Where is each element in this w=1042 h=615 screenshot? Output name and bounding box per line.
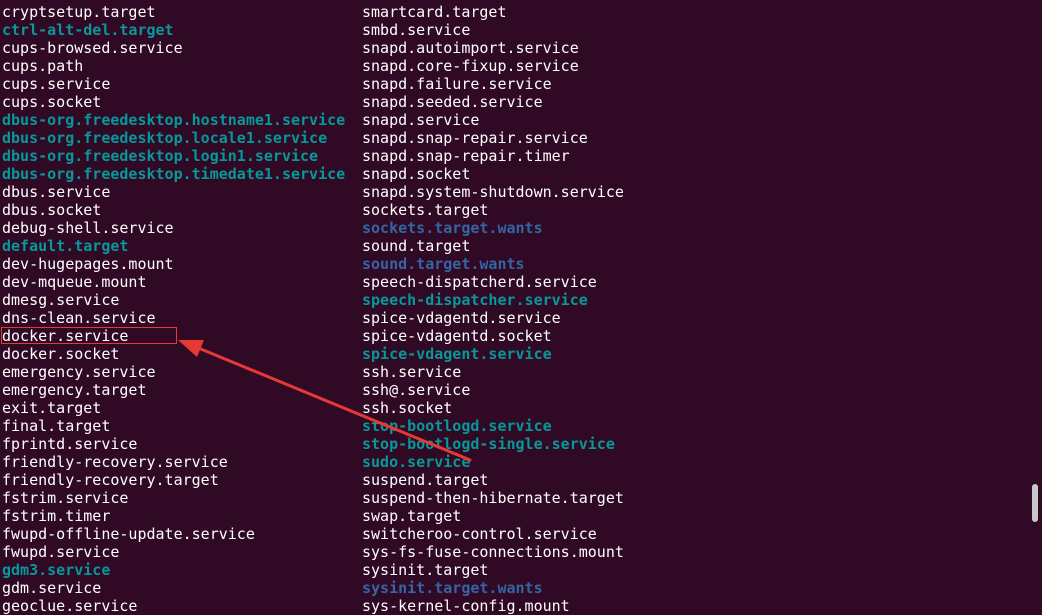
right-column-entry: speech-dispatcherd.service xyxy=(362,273,597,291)
right-column-entry: stop-bootlogd-single.service xyxy=(362,435,615,453)
left-column-entry: cups.path xyxy=(2,57,84,75)
right-column-entry: sockets.target xyxy=(362,201,489,219)
right-column-entry: snapd.socket xyxy=(362,165,471,183)
left-column-entry: fstrim.service xyxy=(2,489,129,507)
right-column-entry: sys-kernel-config.mount xyxy=(362,597,570,615)
right-column-entry: ssh.socket xyxy=(362,399,453,417)
right-column-entry: sysinit.target.wants xyxy=(362,579,543,597)
terminal-window[interactable]: cryptsetup.target ctrl-alt-del.target cups… xyxy=(0,0,1042,615)
right-column-entry: swap.target xyxy=(362,507,462,525)
left-column-entry: friendly-recovery.target xyxy=(2,471,219,489)
left-column-entry: dev-hugepages.mount xyxy=(2,255,174,273)
left-column-entry: dbus-org.freedesktop.locale1.service xyxy=(2,129,328,147)
left-column-entry: debug-shell.service xyxy=(2,219,174,237)
left-column-entry: dbus.socket xyxy=(2,201,102,219)
left-column-entry: fwupd.service xyxy=(2,543,120,561)
right-column-entry: spice-vdagentd.socket xyxy=(362,327,552,345)
left-column-entry: ctrl-alt-del.target xyxy=(2,21,174,39)
right-column-entry: suspend-then-hibernate.target xyxy=(362,489,624,507)
scrollbar-thumb[interactable] xyxy=(1032,484,1038,522)
right-column-entry: sysinit.target xyxy=(362,561,489,579)
right-column-entry: snapd.autoimport.service xyxy=(362,39,579,57)
right-column-entry: sudo.service xyxy=(362,453,471,471)
right-column-entry: suspend.target xyxy=(362,471,489,489)
left-column-entry: final.target xyxy=(2,417,111,435)
left-column-entry: gdm.service xyxy=(2,579,102,597)
right-column-entry: sockets.target.wants xyxy=(362,219,543,237)
scrollbar[interactable] xyxy=(1028,0,1042,615)
right-column-entry: snapd.core-fixup.service xyxy=(362,57,579,75)
left-column-entry: dev-mqueue.mount xyxy=(2,273,147,291)
left-column-entry: default.target xyxy=(2,237,129,255)
highlight-box-docker-service xyxy=(1,327,177,344)
right-column-entry: speech-dispatcher.service xyxy=(362,291,588,309)
right-column-entry: ssh.service xyxy=(362,363,462,381)
left-column-entry: cryptsetup.target xyxy=(2,3,156,21)
right-column-entry: sys-fs-fuse-connections.mount xyxy=(362,543,624,561)
left-column-entry: cups-browsed.service xyxy=(2,39,183,57)
left-column-entry: friendly-recovery.service xyxy=(2,453,228,471)
right-column-entry: snapd.seeded.service xyxy=(362,93,543,111)
left-column-entry: cups.socket xyxy=(2,93,102,111)
left-column-entry: geoclue.service xyxy=(2,597,138,615)
left-column-entry: fprintd.service xyxy=(2,435,138,453)
right-column-entry: sound.target xyxy=(362,237,471,255)
left-column-entry: cups.service xyxy=(2,75,111,93)
right-column-entry: stop-bootlogd.service xyxy=(362,417,552,435)
left-column-entry: emergency.target xyxy=(2,381,147,399)
left-column-entry: exit.target xyxy=(2,399,102,417)
right-column-entry: spice-vdagentd.service xyxy=(362,309,561,327)
left-column-entry: dbus-org.freedesktop.hostname1.service xyxy=(2,111,346,129)
left-column-entry: dmesg.service xyxy=(2,291,120,309)
right-column-entry: snapd.system-shutdown.service xyxy=(362,183,624,201)
file-list-right-column: smartcard.target smbd.service snapd.autoim… xyxy=(362,3,624,615)
right-column-entry: spice-vdagent.service xyxy=(362,345,552,363)
left-column-entry: dbus-org.freedesktop.timedate1.service xyxy=(2,165,346,183)
right-column-entry: switcheroo-control.service xyxy=(362,525,597,543)
right-column-entry: snapd.snap-repair.timer xyxy=(362,147,570,165)
left-column-entry: gdm3.service xyxy=(2,561,111,579)
left-column-entry: emergency.service xyxy=(2,363,156,381)
left-column-entry: dbus.service xyxy=(2,183,111,201)
left-column-entry: dns-clean.service xyxy=(2,309,156,327)
right-column-entry: snapd.snap-repair.service xyxy=(362,129,588,147)
right-column-entry: snapd.failure.service xyxy=(362,75,552,93)
left-column-entry: docker.socket xyxy=(2,345,120,363)
left-column-entry: fstrim.timer xyxy=(2,507,111,525)
right-column-entry: ssh@.service xyxy=(362,381,471,399)
left-column-entry: dbus-org.freedesktop.login1.service xyxy=(2,147,319,165)
right-column-entry: snapd.service xyxy=(362,111,480,129)
right-column-entry: smbd.service xyxy=(362,21,471,39)
right-column-entry: smartcard.target xyxy=(362,3,507,21)
left-column-entry: fwupd-offline-update.service xyxy=(2,525,255,543)
file-list-left-column: cryptsetup.target ctrl-alt-del.target cups… xyxy=(2,3,345,615)
right-column-entry: sound.target.wants xyxy=(362,255,525,273)
